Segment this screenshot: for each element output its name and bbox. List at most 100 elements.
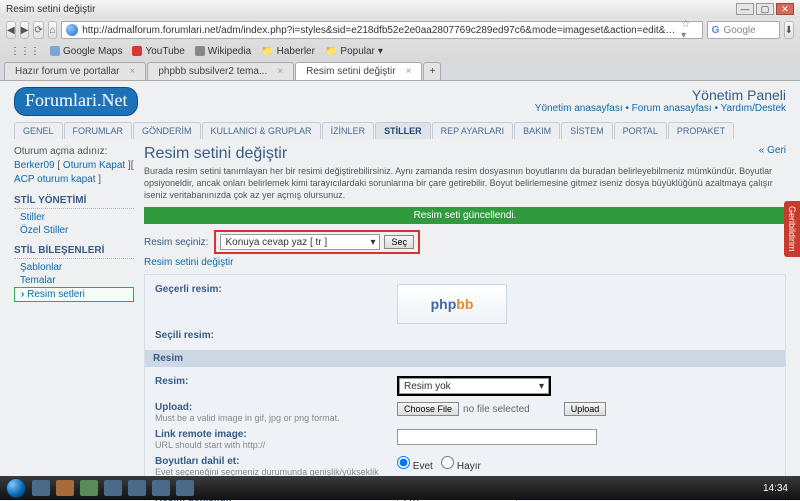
globe-icon (66, 24, 78, 36)
radio-no[interactable]: Hayır (441, 461, 481, 472)
taskbar-icon[interactable] (56, 480, 74, 496)
main-panel: « Geri Resim setini değiştir Burada resi… (144, 145, 786, 501)
taskbar-icon[interactable] (128, 480, 146, 496)
search-placeholder: Google (723, 25, 755, 36)
panel-title: Yönetim Paneli (535, 87, 786, 103)
browser-tab[interactable]: Resim setini değiştir× (295, 62, 422, 80)
sidebar-link[interactable]: Özel Stiller (14, 224, 134, 237)
taskbar-icon[interactable] (176, 480, 194, 496)
image-dropdown[interactable]: Resim yok▾ (399, 378, 549, 394)
choose-file-button[interactable]: Choose File (397, 402, 459, 416)
highlighted-selector: Konuya cevap yaz [ tr ]▾ Seç (214, 230, 420, 254)
bookmark-item[interactable]: YouTube (132, 46, 184, 57)
window-titlebar: Resim setini değiştir — ▢ ✕ (0, 0, 800, 18)
field-label-remote: Link remote image: (155, 429, 247, 440)
nav-forward-button[interactable]: ▶ (20, 21, 30, 39)
main-tab[interactable]: PROPAKET (668, 122, 734, 139)
panel-link[interactable]: Forum anasayfası (632, 103, 712, 114)
browser-tab[interactable]: Hazır forum ve portallar× (4, 62, 146, 80)
page-heading: Resim setini değiştir (144, 145, 786, 163)
window-minimize-button[interactable]: — (736, 3, 754, 15)
main-tab[interactable]: PORTAL (614, 122, 667, 139)
sidebar: Oturum açma adınız: Berker09 [ Oturum Ka… (14, 145, 134, 501)
main-tab[interactable]: BAKIM (514, 122, 560, 139)
sidebar-link[interactable]: Şablonlar (14, 261, 134, 274)
taskbar-clock[interactable]: 14:34 (757, 483, 794, 494)
browser-chrome: Resim setini değiştir — ▢ ✕ ◀ ▶ ⟳ ⌂ http… (0, 0, 800, 81)
chevron-down-icon: ▾ (539, 381, 544, 392)
nav-back-button[interactable]: ◀ (6, 21, 16, 39)
url-text: http://admalforum.forumlari.net/adm/inde… (82, 25, 677, 36)
window-close-button[interactable]: ✕ (776, 3, 794, 15)
apps-button[interactable]: ⋮⋮⋮ (10, 46, 40, 57)
taskbar-icon[interactable] (32, 480, 50, 496)
select-image-label: Resim seçiniz: (144, 237, 208, 248)
logout-link[interactable]: Oturum Kapat (63, 160, 125, 171)
chevron-down-icon: ▾ (370, 237, 375, 248)
radio-yes[interactable]: Evet (397, 461, 433, 472)
window-title: Resim setini değiştir (6, 4, 95, 15)
google-icon: G (712, 25, 720, 36)
upload-button[interactable]: Upload (564, 402, 607, 416)
main-tab[interactable]: SİSTEM (561, 122, 613, 139)
site-logo[interactable]: Forumlari.Net (14, 87, 138, 116)
bookmark-item[interactable]: 📁 Haberler (261, 46, 315, 57)
main-tab[interactable]: REP AYARLARI (432, 122, 514, 139)
bookmark-item[interactable]: Wikipedia (195, 46, 251, 57)
field-label-upload: Upload: (155, 402, 192, 413)
bookmarks-bar: ⋮⋮⋮ Google Maps YouTube Wikipedia 📁 Habe… (0, 42, 800, 60)
sidebar-link-imagesets[interactable]: › Resim setleri (14, 287, 134, 302)
panel-links: Yönetim anasayfası • Forum anasayfası • … (535, 103, 786, 114)
feedback-tab[interactable]: Geribildirim (784, 201, 800, 257)
url-bar[interactable]: http://admalforum.forumlari.net/adm/inde… (61, 21, 702, 39)
page-content: Geribildirim Forumlari.Net Yönetim Panel… (0, 81, 800, 501)
main-tab[interactable]: KULLANICI & GRUPLAR (202, 122, 321, 139)
image-select[interactable]: Konuya cevap yaz [ tr ]▾ (220, 234, 380, 250)
taskbar-icon[interactable] (80, 480, 98, 496)
sidebar-link[interactable]: Temalar (14, 274, 134, 287)
browser-tabstrip: Hazır forum ve portallar× phpbb subsilve… (0, 60, 800, 80)
session-info: Oturum açma adınız: Berker09 [ Oturum Ka… (14, 145, 134, 187)
back-link[interactable]: « Geri (759, 145, 786, 156)
remote-url-input[interactable] (397, 429, 597, 445)
new-tab-button[interactable]: + (423, 62, 441, 80)
section-header-image: Resim (145, 350, 785, 367)
main-tabs: GENELFORUMLARGÖNDERİMKULLANICI & GRUPLAR… (0, 122, 800, 139)
sidebar-group-title: STİL YÖNETİMİ (14, 195, 134, 209)
main-tab[interactable]: GENEL (14, 122, 63, 139)
downloads-button[interactable]: ⬇ (784, 21, 794, 39)
browser-navbar: ◀ ▶ ⟳ ⌂ http://admalforum.forumlari.net/… (0, 18, 800, 42)
main-tab[interactable]: FORUMLAR (64, 122, 133, 139)
taskbar-icon[interactable] (152, 480, 170, 496)
panel-link[interactable]: Yönetim anasayfası (535, 103, 623, 114)
main-tab[interactable]: İZİNLER (322, 122, 375, 139)
current-image-label: Geçerli resim: (155, 284, 385, 295)
close-icon[interactable]: × (406, 66, 412, 77)
main-tab[interactable]: STİLLER (375, 122, 431, 139)
close-icon[interactable]: × (129, 66, 135, 77)
windows-taskbar: 14:34 (0, 476, 800, 500)
window-maximize-button[interactable]: ▢ (756, 3, 774, 15)
nav-reload-button[interactable]: ⟳ (33, 21, 43, 39)
taskbar-icon[interactable] (104, 480, 122, 496)
edit-imageset-link[interactable]: Resim setini değiştir (144, 257, 233, 268)
main-tab[interactable]: GÖNDERİM (133, 122, 201, 139)
page-description: Burada resim setini tanımlayan her bir r… (144, 165, 786, 201)
select-button[interactable]: Seç (384, 235, 414, 249)
sidebar-link[interactable]: Stiller (14, 211, 134, 224)
nav-home-button[interactable]: ⌂ (48, 21, 58, 39)
browser-search-box[interactable]: G Google (707, 21, 780, 39)
selected-image-label: Seçili resim: (155, 330, 385, 341)
bookmark-item[interactable]: 📁 Popular ▾ (325, 46, 383, 57)
success-message: Resim seti güncellendi. (144, 207, 786, 224)
bookmark-star-icon[interactable]: ☆ ▾ (681, 19, 698, 41)
field-label-image: Resim: (155, 376, 188, 387)
acp-logout-link[interactable]: ACP oturum kapat (14, 174, 96, 185)
close-icon[interactable]: × (277, 66, 283, 77)
bookmark-item[interactable]: Google Maps (50, 46, 122, 57)
start-button[interactable] (6, 478, 26, 498)
field-label-dims: Boyutları dahil et: (155, 456, 239, 467)
panel-link[interactable]: Yardım/Destek (721, 103, 786, 114)
browser-tab[interactable]: phpbb subsilver2 tema...× (147, 62, 294, 80)
no-file-text: no file selected (463, 404, 530, 415)
